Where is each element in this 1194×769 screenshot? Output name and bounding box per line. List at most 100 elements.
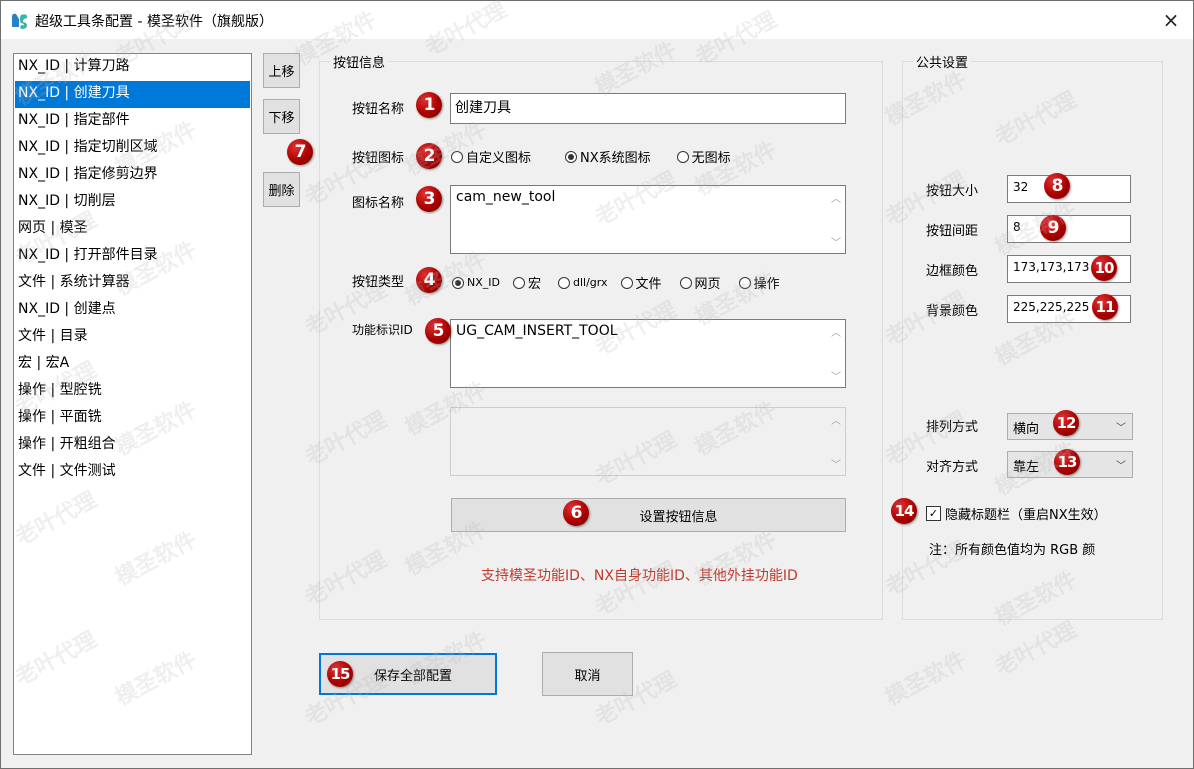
radio-custom-icon[interactable]: 自定义图标 (451, 147, 531, 166)
button-spacing-label: 按钮间距 (926, 224, 979, 239)
radio-type-nx-id[interactable]: NX_ID (452, 276, 500, 289)
annotation-badge-3: 3 (416, 186, 442, 212)
delete-button[interactable]: 删除 (263, 172, 300, 207)
annotation-badge-13: 13 (1054, 449, 1080, 475)
radio-circle-checked (565, 150, 578, 163)
scroll-down-icon: ﹀ (831, 460, 841, 471)
radio-type-operation[interactable]: 操作 (738, 273, 780, 292)
annotation-badge-4: 4 (416, 267, 442, 293)
hide-titlebar-option[interactable]: ✓ 隐藏标题栏（重启NX生效） (926, 504, 1107, 523)
function-id-label: 功能标识ID (352, 323, 413, 337)
move-down-button[interactable]: 下移 (263, 99, 300, 134)
list-item[interactable]: 文件 | 系统计算器 (14, 270, 251, 297)
window-title: 超级工具条配置 - 模圣软件（旗舰版） (35, 14, 273, 30)
support-hint-text: 支持模圣功能ID、NX自身功能ID、其他外挂功能ID (481, 568, 798, 584)
icon-radio-group: 自定义图标 NX系统图标 无图标 (451, 147, 731, 166)
radio-circle (451, 150, 463, 163)
radio-nx-system-icon[interactable]: NX系统图标 (565, 147, 651, 166)
list-item[interactable]: 操作 | 开粗组合 (14, 432, 251, 459)
list-item[interactable]: 操作 | 平面铣 (14, 405, 251, 432)
button-type-label: 按钮类型 (352, 275, 405, 290)
arrange-label: 排列方式 (926, 420, 979, 435)
function-id-input[interactable]: UG_CAM_INSERT_TOOL ︿ ﹀ (450, 319, 846, 388)
watermark-text: 老叶代理 (991, 617, 1081, 681)
annotation-badge-8: 8 (1044, 173, 1070, 199)
list-item[interactable]: NX_ID | 切削层 (14, 189, 251, 216)
icon-name-label: 图标名称 (352, 196, 405, 211)
cancel-button[interactable]: 取消 (542, 652, 633, 696)
list-item[interactable]: NX_ID | 创建点 (14, 297, 251, 324)
button-icon-label: 按钮图标 (352, 151, 405, 166)
radio-circle (676, 150, 689, 163)
button-name-input[interactable]: 创建刀具 (450, 93, 846, 124)
align-value: 靠左 (1013, 460, 1040, 475)
list-item[interactable]: NX_ID | 计算刀路 (14, 54, 251, 81)
border-color-label: 边框颜色 (926, 264, 979, 279)
extra-info-textarea: ︿ ﹀ (450, 407, 846, 476)
button-name-label: 按钮名称 (352, 102, 405, 117)
scroll-down-icon: ﹀ (831, 238, 841, 249)
extra-info-scrollbar: ︿ ﹀ (828, 408, 845, 475)
radio-circle (620, 276, 633, 289)
list-item[interactable]: NX_ID | 指定部件 (14, 108, 251, 135)
function-id-scrollbar[interactable]: ︿ ﹀ (828, 320, 845, 387)
radio-circle (738, 276, 751, 289)
set-button-info-button[interactable]: 设置按钮信息 (451, 498, 846, 532)
type-radio-group: NX_ID 宏 dll/grx 文件 网页 操作 (452, 273, 780, 292)
list-item[interactable]: 文件 | 目录 (14, 324, 251, 351)
radio-circle (679, 276, 692, 289)
annotation-badge-15: 15 (327, 661, 353, 687)
icon-name-scrollbar[interactable]: ︿ ﹀ (828, 186, 845, 253)
list-item[interactable]: NX_ID | 指定修剪边界 (14, 162, 251, 189)
align-label: 对齐方式 (926, 460, 979, 475)
list-item[interactable]: NX_ID | 打开部件目录 (14, 243, 251, 270)
scroll-down-icon: ﹀ (831, 372, 841, 383)
annotation-badge-9: 9 (1040, 215, 1066, 241)
hide-titlebar-label: 隐藏标题栏（重启NX生效） (945, 508, 1107, 523)
radio-type-file[interactable]: 文件 (620, 273, 662, 292)
chevron-down-icon: ﹀ (1116, 423, 1126, 434)
annotation-badge-1: 1 (416, 92, 442, 118)
radio-circle-checked (452, 276, 464, 289)
list-item[interactable]: 宏 | 宏A (14, 351, 251, 378)
radio-circle (558, 276, 570, 289)
arrange-value: 横向 (1013, 422, 1040, 437)
button-size-label: 按钮大小 (926, 184, 979, 199)
move-up-button[interactable]: 上移 (263, 53, 300, 88)
close-button[interactable]: × (1149, 1, 1193, 39)
scroll-up-icon: ︿ (831, 328, 841, 339)
list-item[interactable]: NX_ID | 创建刀具 (15, 81, 250, 108)
public-settings-title: 公共设置 (913, 52, 972, 71)
radio-type-web[interactable]: 网页 (679, 273, 721, 292)
annotation-badge-11: 11 (1092, 294, 1118, 320)
icon-name-input[interactable]: cam_new_tool ︿ ﹀ (450, 185, 846, 254)
list-item[interactable]: 操作 | 型腔铣 (14, 378, 251, 405)
background-color-label: 背景颜色 (926, 304, 979, 319)
annotation-badge-10: 10 (1091, 255, 1117, 281)
close-icon: × (1162, 8, 1180, 32)
color-note-text: 注：所有颜色值均为 RGB 颜 (929, 543, 1096, 558)
button-info-title: 按钮信息 (330, 52, 389, 71)
radio-no-icon[interactable]: 无图标 (676, 147, 731, 166)
chevron-down-icon: ﹀ (1116, 461, 1126, 472)
config-window: 超级工具条配置 - 模圣软件（旗舰版） × NX_ID | 计算刀路 NX_ID … (0, 0, 1194, 769)
watermark-text: 模圣软件 (881, 647, 971, 711)
radio-type-dll[interactable]: dll/grx (558, 276, 608, 289)
button-spacing-input[interactable]: 8 (1007, 215, 1131, 243)
annotation-badge-7: 7 (287, 139, 313, 165)
hide-titlebar-checkbox[interactable]: ✓ (926, 506, 941, 521)
list-item[interactable]: NX_ID | 指定切削区域 (14, 135, 251, 162)
annotation-badge-2: 2 (416, 143, 442, 169)
public-settings-group (902, 61, 1163, 620)
list-item[interactable]: 文件 | 文件测试 (14, 459, 251, 486)
radio-type-macro[interactable]: 宏 (512, 273, 541, 292)
annotation-badge-14: 14 (891, 498, 917, 524)
function-id-value: UG_CAM_INSERT_TOOL (456, 323, 618, 339)
title-bar: 超级工具条配置 - 模圣软件（旗舰版） × (1, 1, 1193, 39)
button-list[interactable]: NX_ID | 计算刀路 NX_ID | 创建刀具 NX_ID | 指定部件 NX_I… (13, 53, 252, 755)
scroll-up-icon: ︿ (831, 416, 841, 427)
radio-circle (512, 276, 525, 289)
annotation-badge-6: 6 (563, 500, 589, 526)
annotation-badge-5: 5 (425, 318, 451, 344)
list-item[interactable]: 网页 | 模圣 (14, 216, 251, 243)
